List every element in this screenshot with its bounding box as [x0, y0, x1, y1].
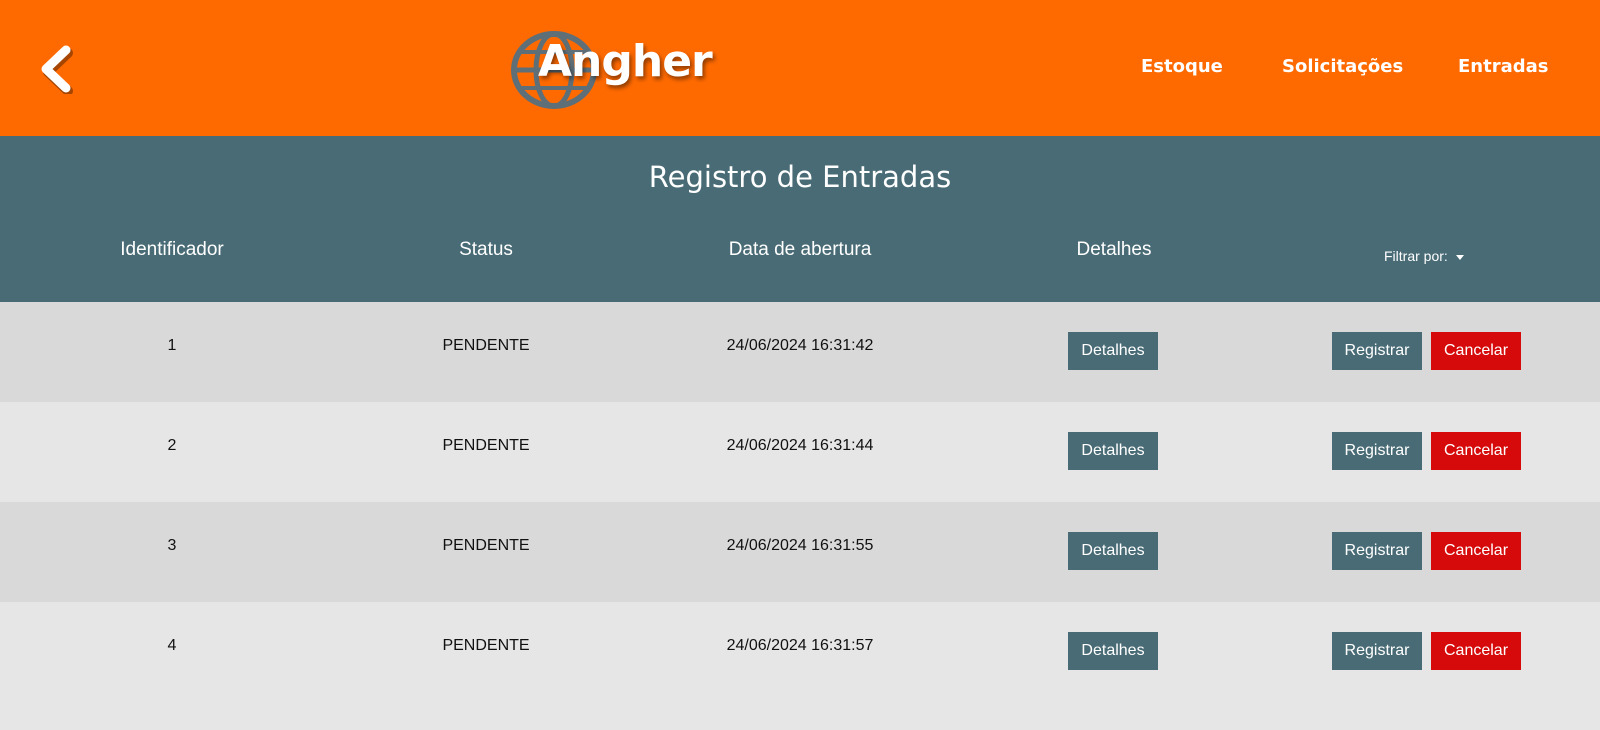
- register-button[interactable]: Registrar: [1332, 332, 1422, 370]
- row-date: 24/06/2024 16:31:44: [726, 437, 874, 454]
- row-id: 4: [167, 637, 177, 654]
- table-row: 3 PENDENTE 24/06/2024 16:31:55 Detalhes …: [0, 502, 1600, 602]
- register-button[interactable]: Registrar: [1332, 632, 1422, 670]
- cancel-button[interactable]: Cancelar: [1431, 332, 1521, 370]
- filter-dropdown[interactable]: Filtrar por:: [1384, 248, 1464, 264]
- table-row: 4 PENDENTE 24/06/2024 16:31:57 Detalhes …: [0, 602, 1600, 702]
- cancel-button[interactable]: Cancelar: [1431, 632, 1521, 670]
- row-date: 24/06/2024 16:31:55: [726, 537, 874, 554]
- chevron-left-icon: [41, 45, 73, 96]
- row-date: 24/06/2024 16:31:57: [726, 637, 874, 654]
- top-header: Angher Estoque Solicitações Entradas: [0, 0, 1600, 136]
- nav-estoque[interactable]: Estoque: [1141, 56, 1223, 77]
- cancel-button[interactable]: Cancelar: [1431, 432, 1521, 470]
- logo-text: Angher: [538, 36, 713, 87]
- cancel-button[interactable]: Cancelar: [1431, 532, 1521, 570]
- column-header-data-abertura: Data de abertura: [728, 239, 872, 260]
- row-id: 3: [167, 537, 177, 554]
- register-button[interactable]: Registrar: [1332, 532, 1422, 570]
- back-button[interactable]: [36, 44, 80, 96]
- column-header-detalhes: Detalhes: [1076, 239, 1152, 260]
- register-button[interactable]: Registrar: [1332, 432, 1422, 470]
- details-button[interactable]: Detalhes: [1068, 632, 1158, 670]
- row-status: PENDENTE: [442, 337, 530, 354]
- row-id: 2: [167, 437, 177, 454]
- row-date: 24/06/2024 16:31:42: [726, 337, 874, 354]
- table-header-section: Registro de Entradas Identificador Statu…: [0, 136, 1600, 302]
- page-title: Registro de Entradas: [648, 160, 952, 194]
- angher-logo: Angher: [508, 28, 713, 112]
- row-status: PENDENTE: [442, 537, 530, 554]
- table-row: 2 PENDENTE 24/06/2024 16:31:44 Detalhes …: [0, 402, 1600, 502]
- row-id: 1: [167, 337, 177, 354]
- row-status: PENDENTE: [442, 437, 530, 454]
- details-button[interactable]: Detalhes: [1068, 532, 1158, 570]
- row-status: PENDENTE: [442, 637, 530, 654]
- filter-label: Filtrar por:: [1384, 248, 1448, 264]
- nav-solicitacoes[interactable]: Solicitações: [1282, 56, 1403, 77]
- nav-entradas[interactable]: Entradas: [1458, 56, 1548, 77]
- caret-down-icon: [1455, 254, 1464, 260]
- column-header-status: Status: [459, 239, 513, 260]
- column-header-identificador: Identificador: [120, 239, 224, 260]
- table-row: 1 PENDENTE 24/06/2024 16:31:42 Detalhes …: [0, 302, 1600, 402]
- details-button[interactable]: Detalhes: [1068, 332, 1158, 370]
- details-button[interactable]: Detalhes: [1068, 432, 1158, 470]
